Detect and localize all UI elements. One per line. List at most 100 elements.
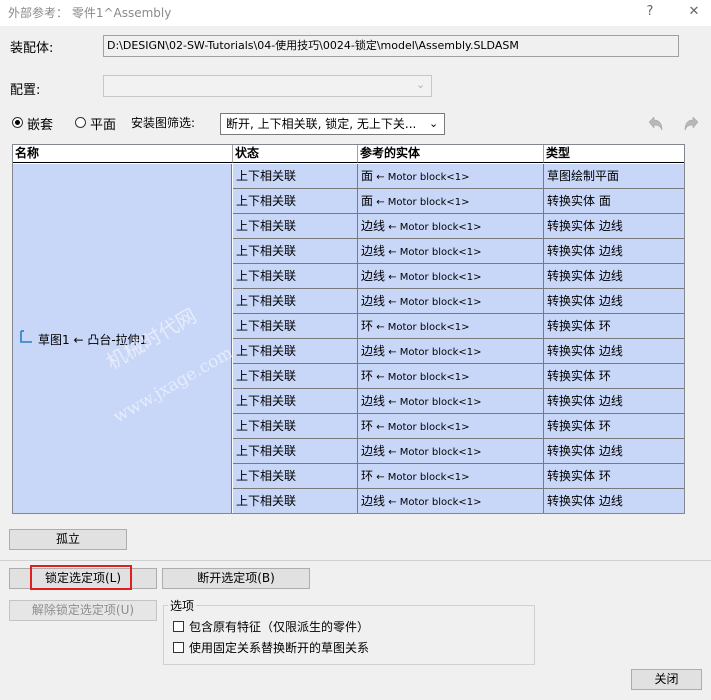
use-fixed-relations-checkbox[interactable] (173, 642, 184, 653)
break-selected-button[interactable]: 断开选定项(B) (162, 568, 310, 589)
ref-entity: Motor block<1> (399, 272, 482, 283)
ref-type: 环 (361, 319, 374, 333)
table-row[interactable]: 上下相关联 边线 ← Motor block<1> 转换实体 边线 (233, 264, 684, 289)
arrow-icon: ← (385, 222, 400, 233)
include-features-label: 包含原有特征（仅限派生的零件） (189, 620, 370, 634)
redo-icon[interactable] (682, 115, 702, 136)
ref-entity: Motor block<1> (387, 322, 470, 333)
type-cell: 转换实体 边线 (544, 214, 684, 239)
table-row[interactable]: 上下相关联 边线 ← Motor block<1> 转换实体 边线 (233, 339, 684, 364)
type-cell: 转换实体 边线 (544, 339, 684, 364)
chevron-down-icon: ⌄ (416, 78, 426, 91)
referenced-entity-cell: 边线 ← Motor block<1> (358, 489, 544, 513)
referenced-entity-cell: 边线 ← Motor block<1> (358, 389, 544, 414)
ref-entity: Motor block<1> (399, 397, 482, 408)
referenced-entity-cell: 环 ← Motor block<1> (358, 414, 544, 439)
filter-label: 安装图筛选: (131, 116, 196, 130)
arrow-icon: ← (373, 372, 388, 383)
filter-dropdown[interactable]: 断开, 上下相关联, 锁定, 无上下关... ⌄ (220, 113, 445, 135)
help-icon[interactable]: ? (640, 2, 660, 22)
referenced-entity-cell: 面 ← Motor block<1> (358, 164, 544, 189)
filter-value: 断开, 上下相关联, 锁定, 无上下关... (226, 117, 417, 131)
table-row[interactable]: 上下相关联 边线 ← Motor block<1> 转换实体 边线 (233, 239, 684, 264)
arrow-icon: ← (385, 447, 400, 458)
type-cell: 转换实体 边线 (544, 439, 684, 464)
undo-icon[interactable] (645, 115, 665, 136)
flat-radio[interactable] (75, 117, 86, 128)
table-row[interactable]: 上下相关联 边线 ← Motor block<1> 转换实体 边线 (233, 439, 684, 464)
assembly-path-field: D:\DESIGN\02-SW-Tutorials\04-使用技巧\0024-锁… (103, 35, 679, 57)
ref-type: 边线 (361, 269, 386, 283)
close-button[interactable]: 关闭 (631, 669, 702, 690)
column-header-referenced-entity[interactable]: 参考的实体 (358, 145, 544, 163)
window-title: 外部参考： 零件1^Assembly (8, 6, 172, 20)
status-cell: 上下相关联 (233, 389, 358, 414)
table-row[interactable]: 上下相关联面 ← Motor block<1> 草图绘制平面 (233, 164, 684, 189)
table-row[interactable]: 上下相关联面 ← Motor block<1> 转换实体 面 (233, 189, 684, 214)
referenced-entity-cell: 边线 ← Motor block<1> (358, 239, 544, 264)
ref-entity: Motor block<1> (387, 172, 470, 183)
table-row[interactable]: 上下相关联 边线 ← Motor block<1> 转换实体 边线 (233, 289, 684, 314)
type-cell: 转换实体 边线 (544, 489, 684, 513)
flat-label: 平面 (90, 118, 117, 133)
config-label: 配置: (10, 83, 41, 98)
status-cell: 上下相关联 (233, 414, 358, 439)
ref-type: 环 (361, 419, 374, 433)
ref-entity: Motor block<1> (387, 422, 470, 433)
table-row[interactable]: 上下相关联 边线 ← Motor block<1> 转换实体 边线 (233, 214, 684, 239)
nested-label: 嵌套 (27, 118, 54, 133)
type-cell: 转换实体 边线 (544, 289, 684, 314)
ref-type: 边线 (361, 494, 386, 508)
chevron-down-icon: ⌄ (429, 117, 439, 130)
options-group (163, 605, 535, 665)
referenced-entity-cell: 环 ← Motor block<1> (358, 364, 544, 389)
status-cell: 上下相关联 (233, 314, 358, 339)
type-cell: 转换实体 面 (544, 189, 684, 214)
table-row[interactable]: 上下相关联环 ← Motor block<1> 转换实体 环 (233, 314, 684, 339)
ref-type: 边线 (361, 219, 386, 233)
status-cell: 上下相关联 (233, 239, 358, 264)
close-icon[interactable]: ✕ (684, 2, 704, 22)
arrow-icon: ← (373, 172, 388, 183)
column-header-name[interactable]: 名称 (13, 145, 233, 163)
ref-type: 边线 (361, 294, 386, 308)
type-cell: 转换实体 环 (544, 364, 684, 389)
status-cell: 上下相关联 (233, 214, 358, 239)
config-dropdown[interactable]: ⌄ (103, 75, 432, 97)
ref-entity: Motor block<1> (399, 447, 482, 458)
referenced-entity-cell: 面 ← Motor block<1> (358, 189, 544, 214)
ref-type: 环 (361, 369, 374, 383)
column-header-type[interactable]: 类型 (544, 145, 684, 163)
arrow-icon: ← (385, 497, 400, 508)
arrow-icon: ← (385, 347, 400, 358)
references-grid[interactable]: 名称 状态 参考的实体 类型 草图1 ← 凸台-拉伸1 上下相关联面 ← Mot… (12, 144, 685, 514)
nested-radio[interactable] (12, 117, 23, 128)
sketch-icon (18, 329, 34, 348)
ref-entity: Motor block<1> (387, 472, 470, 483)
table-row[interactable]: 上下相关联 边线 ← Motor block<1> 转换实体 边线 (233, 489, 684, 513)
table-row[interactable]: 上下相关联环 ← Motor block<1> 转换实体 环 (233, 364, 684, 389)
include-features-checkbox[interactable] (173, 621, 184, 632)
type-cell: 转换实体 环 (544, 414, 684, 439)
table-row[interactable]: 上下相关联 边线 ← Motor block<1> 转换实体 边线 (233, 389, 684, 414)
type-cell: 转换实体 边线 (544, 264, 684, 289)
ref-type: 边线 (361, 444, 386, 458)
ref-entity: Motor block<1> (387, 197, 470, 208)
referenced-entity-cell: 环 ← Motor block<1> (358, 464, 544, 489)
referenced-entity-cell: 边线 ← Motor block<1> (358, 289, 544, 314)
unlock-selected-button[interactable]: 解除锁定选定项(U) (9, 600, 157, 621)
ref-entity: Motor block<1> (399, 297, 482, 308)
status-cell: 上下相关联 (233, 264, 358, 289)
isolate-button[interactable]: 孤立 (9, 529, 127, 550)
status-cell: 上下相关联 (233, 489, 358, 513)
table-row[interactable]: 上下相关联环 ← Motor block<1> 转换实体 环 (233, 464, 684, 489)
column-header-status[interactable]: 状态 (233, 145, 358, 163)
ref-entity: Motor block<1> (399, 222, 482, 233)
ref-type: 边线 (361, 244, 386, 258)
table-row[interactable]: 上下相关联环 ← Motor block<1> 转换实体 环 (233, 414, 684, 439)
arrow-icon: ← (373, 422, 388, 433)
divider (0, 560, 711, 561)
arrow-icon: ← (385, 297, 400, 308)
status-cell: 上下相关联 (233, 164, 358, 189)
status-cell: 上下相关联 (233, 339, 358, 364)
